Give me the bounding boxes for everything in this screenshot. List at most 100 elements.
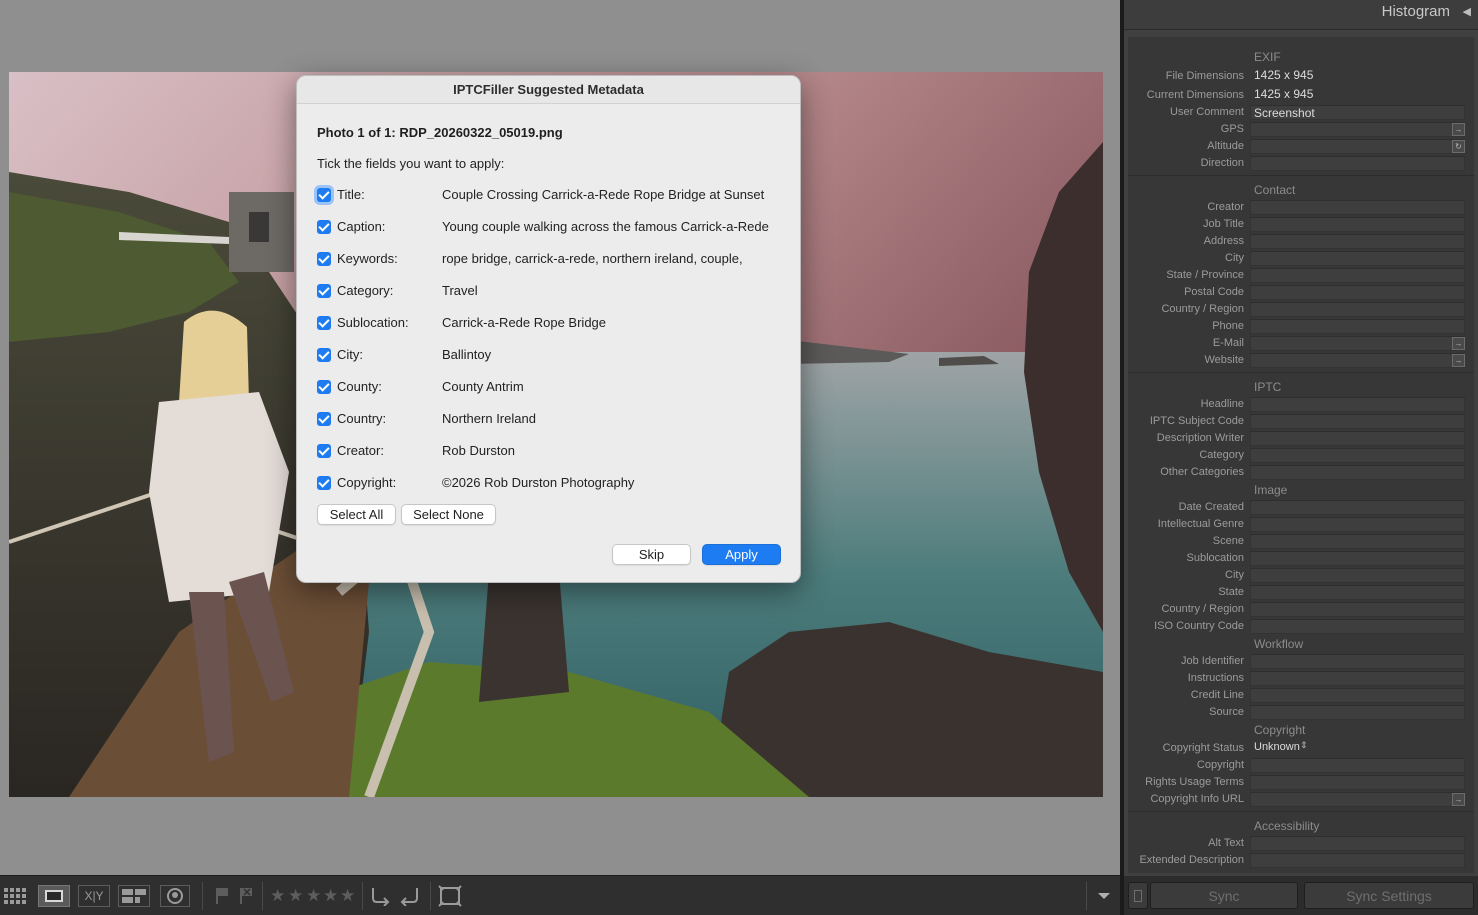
flag-icon[interactable] — [212, 885, 232, 907]
scene-label: Scene — [1212, 535, 1244, 547]
image-sublocation-label: Sublocation — [1186, 552, 1245, 564]
contact-creator-field[interactable] — [1250, 200, 1465, 215]
sync-settings-button[interactable]: Sync Settings — [1304, 882, 1474, 909]
contact-email-field[interactable] — [1250, 336, 1465, 351]
contact-job-title-field[interactable] — [1250, 217, 1465, 232]
copyright-url-go-icon[interactable]: → — [1452, 793, 1465, 806]
image-country-label: Country / Region — [1161, 603, 1244, 615]
description-writer-field[interactable] — [1250, 431, 1465, 446]
skip-button[interactable]: Skip — [612, 544, 691, 565]
contact-website-label: Website — [1204, 354, 1244, 366]
copyright-field[interactable] — [1250, 758, 1465, 773]
county-checkbox[interactable] — [317, 380, 331, 394]
subject-code-field[interactable] — [1250, 414, 1465, 429]
gps-go-icon[interactable]: → — [1452, 123, 1465, 136]
title-checkbox[interactable] — [317, 188, 331, 202]
gps-field[interactable] — [1250, 122, 1465, 137]
category-label: Category — [1199, 449, 1244, 461]
rights-usage-field[interactable] — [1250, 775, 1465, 790]
select-none-button[interactable]: Select None — [401, 504, 496, 525]
compare-view-icon[interactable]: X|Y — [78, 885, 110, 907]
altitude-refresh-icon[interactable]: ↻ — [1452, 140, 1465, 153]
copyright-status-select[interactable]: Unknown — [1254, 741, 1300, 753]
contact-phone-field[interactable] — [1250, 319, 1465, 334]
workflow-section-title: Workflow — [1254, 637, 1304, 651]
instructions-field[interactable] — [1250, 671, 1465, 686]
star-5-icon[interactable]: ★ — [340, 885, 355, 907]
status-updown-icon[interactable]: ⇕ — [1300, 740, 1308, 751]
website-go-icon[interactable]: → — [1452, 354, 1465, 367]
county-field-label: County: — [337, 379, 382, 394]
collapse-arrow-icon[interactable]: ◀ — [1463, 5, 1471, 18]
creator-checkbox[interactable] — [317, 444, 331, 458]
extended-description-field[interactable] — [1250, 853, 1465, 868]
contact-address-field[interactable] — [1250, 234, 1465, 249]
copyright-url-field[interactable] — [1250, 792, 1465, 807]
credit-line-label: Credit Line — [1190, 689, 1244, 701]
star-3-icon[interactable]: ★ — [306, 885, 321, 907]
apply-button[interactable]: Apply — [702, 544, 781, 565]
caption-field-value: Young couple walking across the famous C… — [442, 219, 769, 234]
altitude-field[interactable] — [1250, 139, 1465, 154]
toolbar-menu-chevron-icon[interactable] — [1094, 885, 1114, 907]
contact-postal-field[interactable] — [1250, 285, 1465, 300]
city-checkbox[interactable] — [317, 348, 331, 362]
alt-text-field[interactable] — [1250, 836, 1465, 851]
star-1-icon[interactable]: ★ — [270, 885, 285, 907]
rotate-right-icon[interactable] — [398, 885, 422, 907]
sublocation-checkbox[interactable] — [317, 316, 331, 330]
headline-field[interactable] — [1250, 397, 1465, 412]
caption-checkbox[interactable] — [317, 220, 331, 234]
star-4-icon[interactable]: ★ — [323, 885, 338, 907]
section-divider — [1128, 372, 1474, 373]
date-created-field[interactable] — [1250, 500, 1465, 515]
histogram-header[interactable]: Histogram ◀ — [1124, 0, 1478, 30]
country-checkbox[interactable] — [317, 412, 331, 426]
scene-field[interactable] — [1250, 534, 1465, 549]
photo-filename: Photo 1 of 1: RDP_20260322_05019.png — [317, 125, 563, 140]
loupe-view-icon[interactable] — [38, 885, 70, 907]
category-field[interactable] — [1250, 448, 1465, 463]
intellectual-genre-label: Intellectual Genre — [1157, 518, 1244, 530]
sync-button[interactable]: Sync — [1150, 882, 1298, 909]
grid-view-icon[interactable] — [2, 885, 30, 907]
copyright-field-label: Copyright: — [337, 475, 397, 490]
contact-country-label: Country / Region — [1161, 303, 1244, 315]
sync-toggle-icon[interactable] — [1128, 882, 1148, 909]
people-view-icon[interactable] — [160, 885, 190, 907]
contact-website-field[interactable] — [1250, 353, 1465, 368]
star-2-icon[interactable]: ★ — [288, 885, 303, 907]
crop-overlay-icon[interactable] — [437, 885, 463, 907]
title-field-value: Couple Crossing Carrick-a-Rede Rope Brid… — [442, 187, 765, 202]
contact-state-field[interactable] — [1250, 268, 1465, 283]
image-city-field[interactable] — [1250, 568, 1465, 583]
email-go-icon[interactable]: → — [1452, 337, 1465, 350]
intellectual-genre-field[interactable] — [1250, 517, 1465, 532]
section-divider — [1128, 175, 1474, 176]
direction-field[interactable] — [1250, 156, 1465, 171]
image-sublocation-field[interactable] — [1250, 551, 1465, 566]
contact-country-field[interactable] — [1250, 302, 1465, 317]
reject-flag-icon[interactable] — [236, 885, 256, 907]
category-checkbox[interactable] — [317, 284, 331, 298]
other-categories-field[interactable] — [1250, 465, 1465, 480]
survey-view-icon[interactable] — [118, 885, 150, 907]
image-state-field[interactable] — [1250, 585, 1465, 600]
credit-line-field[interactable] — [1250, 688, 1465, 703]
rotate-left-icon[interactable] — [368, 885, 392, 907]
extended-description-label: Extended Description — [1139, 854, 1244, 866]
image-country-field[interactable] — [1250, 602, 1465, 617]
dialog-titlebar[interactable]: IPTCFiller Suggested Metadata — [297, 76, 800, 104]
keywords-checkbox[interactable] — [317, 252, 331, 266]
contact-city-field[interactable] — [1250, 251, 1465, 266]
source-field[interactable] — [1250, 705, 1465, 720]
image-section-title: Image — [1254, 483, 1288, 497]
copyright-checkbox[interactable] — [317, 476, 331, 490]
country-field-label: Country: — [337, 411, 387, 426]
job-identifier-field[interactable] — [1250, 654, 1465, 669]
iso-country-code-field[interactable] — [1250, 619, 1465, 634]
category-field-value: Travel — [442, 283, 478, 298]
select-all-button[interactable]: Select All — [317, 504, 396, 525]
filmstrip-toolbar: X|Y ★ ★ ★ ★ ★ — [0, 875, 1120, 915]
current-dimensions-value: 1425 x 945 — [1254, 87, 1314, 101]
